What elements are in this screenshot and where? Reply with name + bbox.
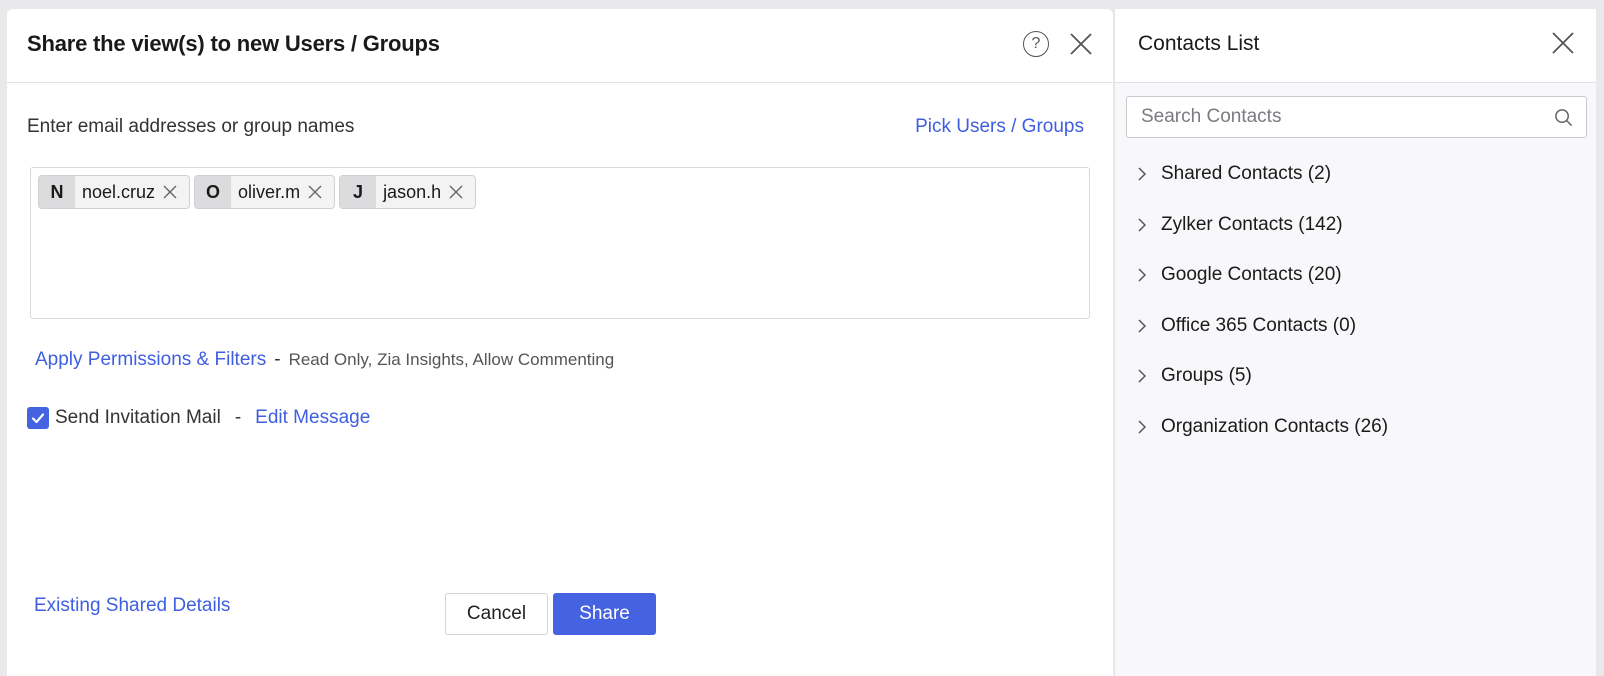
recipient-name: oliver.m (238, 181, 301, 202)
cancel-button[interactable]: Cancel (445, 593, 548, 635)
contact-group-item[interactable]: Office 365 Contacts (0) (1115, 301, 1596, 352)
contact-groups-list: Shared Contacts (2) Zylker Contacts (142… (1115, 149, 1596, 452)
contact-group-label: Zylker Contacts (142) (1161, 213, 1343, 235)
close-icon[interactable] (1069, 32, 1093, 56)
contacts-panel: Contacts List Shared Contacts (2) Zylker… (1114, 9, 1596, 676)
edit-message-link[interactable]: Edit Message (255, 407, 370, 429)
search-contacts-input[interactable] (1139, 97, 1539, 137)
chevron-right-icon (1138, 167, 1147, 181)
recipients-input[interactable]: N noel.cruz O oliver.m J jason.h (30, 167, 1090, 319)
recipients-label: Enter email addresses or group names (27, 116, 355, 137)
help-icon[interactable]: ? (1023, 31, 1049, 57)
existing-shared-details-link[interactable]: Existing Shared Details (34, 595, 230, 617)
separator: - (274, 349, 281, 370)
avatar: N (39, 176, 75, 208)
chevron-right-icon (1138, 369, 1147, 383)
contacts-title: Contacts List (1138, 32, 1260, 55)
pick-users-groups-link[interactable]: Pick Users / Groups (915, 116, 1084, 138)
recipient-chip: O oliver.m (194, 175, 336, 209)
recipient-name: noel.cruz (82, 181, 156, 202)
contacts-header: Contacts List (1115, 9, 1596, 83)
chevron-right-icon (1138, 218, 1147, 232)
chevron-right-icon (1138, 319, 1147, 333)
contact-group-label: Organization Contacts (26) (1161, 415, 1389, 437)
send-invitation-label: Send Invitation Mail (55, 407, 221, 428)
avatar: O (195, 176, 232, 208)
contact-group-item[interactable]: Shared Contacts (2) (1115, 149, 1596, 200)
search-box (1126, 96, 1587, 138)
recipient-name: jason.h (383, 181, 442, 202)
contact-group-item[interactable]: Groups (5) (1115, 351, 1596, 402)
contact-group-item[interactable]: Zylker Contacts (142) (1115, 200, 1596, 251)
chevron-right-icon (1138, 268, 1147, 282)
avatar: J (340, 176, 377, 208)
contact-group-item[interactable]: Google Contacts (20) (1115, 250, 1596, 301)
remove-recipient-icon[interactable] (308, 185, 322, 199)
search-icon[interactable] (1554, 108, 1573, 127)
invitation-row: Send Invitation Mail - Edit Message (27, 407, 370, 429)
contact-group-label: Shared Contacts (2) (1161, 163, 1332, 185)
send-invitation-checkbox[interactable] (27, 407, 49, 429)
close-icon[interactable] (1551, 31, 1575, 55)
recipient-chip: N noel.cruz (38, 175, 191, 209)
apply-permissions-link[interactable]: Apply Permissions & Filters (35, 349, 266, 371)
screen: Share the view(s) to new Users / Groups … (0, 0, 1604, 676)
share-dialog: Share the view(s) to new Users / Groups … (7, 9, 1113, 676)
permissions-row: Apply Permissions & Filters - Read Only,… (35, 349, 614, 371)
permissions-summary: Read Only, Zia Insights, Allow Commentin… (288, 350, 615, 369)
contact-group-label: Google Contacts (20) (1161, 264, 1342, 286)
chevron-right-icon (1138, 420, 1147, 434)
remove-recipient-icon[interactable] (163, 185, 177, 199)
dialog-header: Share the view(s) to new Users / Groups … (7, 9, 1113, 83)
dialog-title: Share the view(s) to new Users / Groups (27, 31, 440, 56)
recipient-chip: J jason.h (339, 175, 477, 209)
share-button[interactable]: Share (553, 593, 656, 635)
contact-group-label: Groups (5) (1161, 365, 1252, 387)
checkmark-icon (31, 413, 45, 424)
contact-group-label: Office 365 Contacts (0) (1161, 314, 1357, 336)
remove-recipient-icon[interactable] (449, 185, 463, 199)
contact-group-item[interactable]: Organization Contacts (26) (1115, 402, 1596, 453)
separator: - (234, 407, 242, 428)
